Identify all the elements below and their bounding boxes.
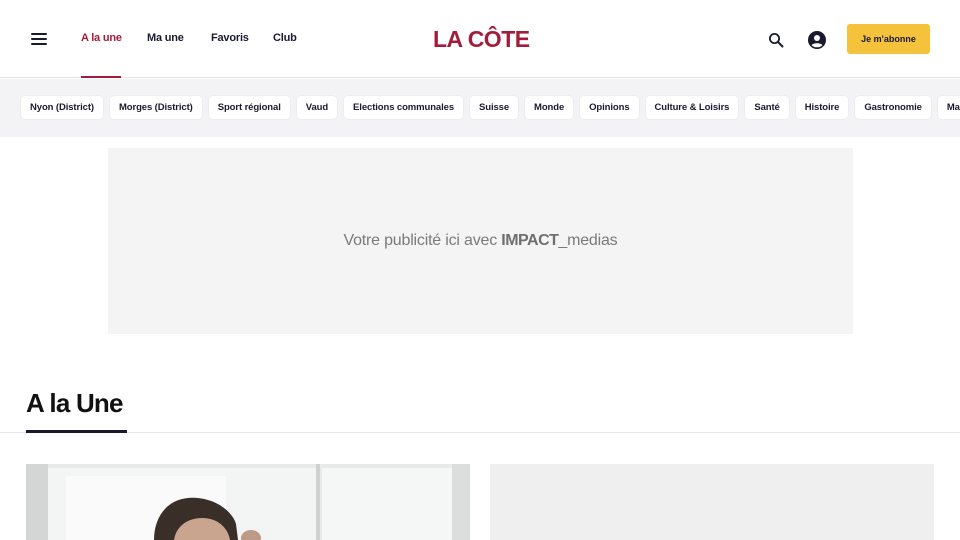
category-chip[interactable]: Opinions: [580, 96, 639, 119]
category-chip[interactable]: Morges (District): [109, 96, 202, 119]
article-image[interactable]: [26, 464, 470, 540]
category-chip[interactable]: Santé: [745, 96, 789, 119]
category-chip[interactable]: Nyon (District): [21, 96, 103, 119]
nav-ma-une[interactable]: Ma une: [147, 32, 184, 44]
category-chip[interactable]: Magazines: [937, 96, 960, 119]
category-chip[interactable]: Sport régional: [208, 96, 290, 119]
section-title: A la Une: [26, 388, 123, 418]
search-icon[interactable]: [768, 32, 784, 53]
ad-brand-bold: IMPACT: [501, 232, 559, 249]
category-bar: Nyon (District) Morges (District) Sport …: [0, 79, 960, 137]
category-chip[interactable]: Monde: [525, 96, 574, 119]
article-card-placeholder[interactable]: [490, 464, 934, 540]
ad-text-prefix: Votre publicité ici avec: [343, 232, 502, 249]
category-chip[interactable]: Culture & Loisirs: [645, 96, 739, 119]
site-logo[interactable]: LA CÔTE: [433, 26, 530, 53]
category-chip[interactable]: Vaud: [296, 96, 338, 119]
ad-brand-rest: _medias: [558, 232, 618, 249]
category-chip[interactable]: Suisse: [470, 96, 519, 119]
section-divider: [0, 432, 960, 433]
site-header: A la une Ma une Favoris Club LA CÔTE Je …: [0, 0, 960, 78]
active-nav-indicator: [81, 76, 121, 78]
ad-banner[interactable]: Votre publicité ici avec IMPACT_medias: [108, 148, 853, 334]
menu-icon[interactable]: [31, 33, 47, 45]
ad-text: Votre publicité ici avec IMPACT_medias: [344, 232, 618, 250]
category-chip[interactable]: Histoire: [795, 96, 849, 119]
category-chip[interactable]: Gastronomie: [855, 96, 931, 119]
category-list: Nyon (District) Morges (District) Sport …: [21, 96, 960, 119]
section-title-underline: [26, 430, 127, 433]
nav-club[interactable]: Club: [273, 32, 297, 44]
nav-favoris[interactable]: Favoris: [211, 32, 249, 44]
category-chip[interactable]: Elections communales: [344, 96, 463, 119]
subscribe-button[interactable]: Je m'abonne: [847, 24, 930, 54]
nav-a-la-une[interactable]: A la une: [81, 32, 122, 44]
account-icon[interactable]: [808, 31, 826, 54]
